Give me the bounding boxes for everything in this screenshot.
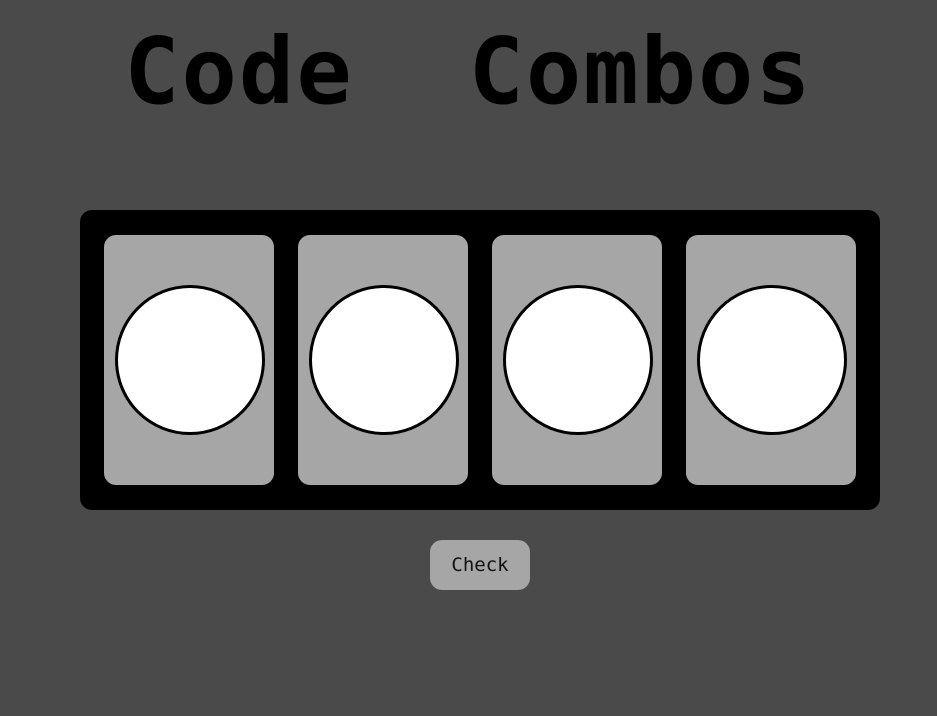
- code-board: [80, 210, 880, 510]
- code-peg-1[interactable]: [115, 285, 265, 435]
- check-button[interactable]: Check: [430, 540, 530, 590]
- code-slot-4: [686, 235, 856, 485]
- code-slot-1: [104, 235, 274, 485]
- code-peg-4[interactable]: [697, 285, 847, 435]
- game-title: Code Combos: [124, 18, 813, 125]
- code-slot-3: [492, 235, 662, 485]
- code-slot-2: [298, 235, 468, 485]
- code-peg-2[interactable]: [309, 285, 459, 435]
- code-peg-3[interactable]: [503, 285, 653, 435]
